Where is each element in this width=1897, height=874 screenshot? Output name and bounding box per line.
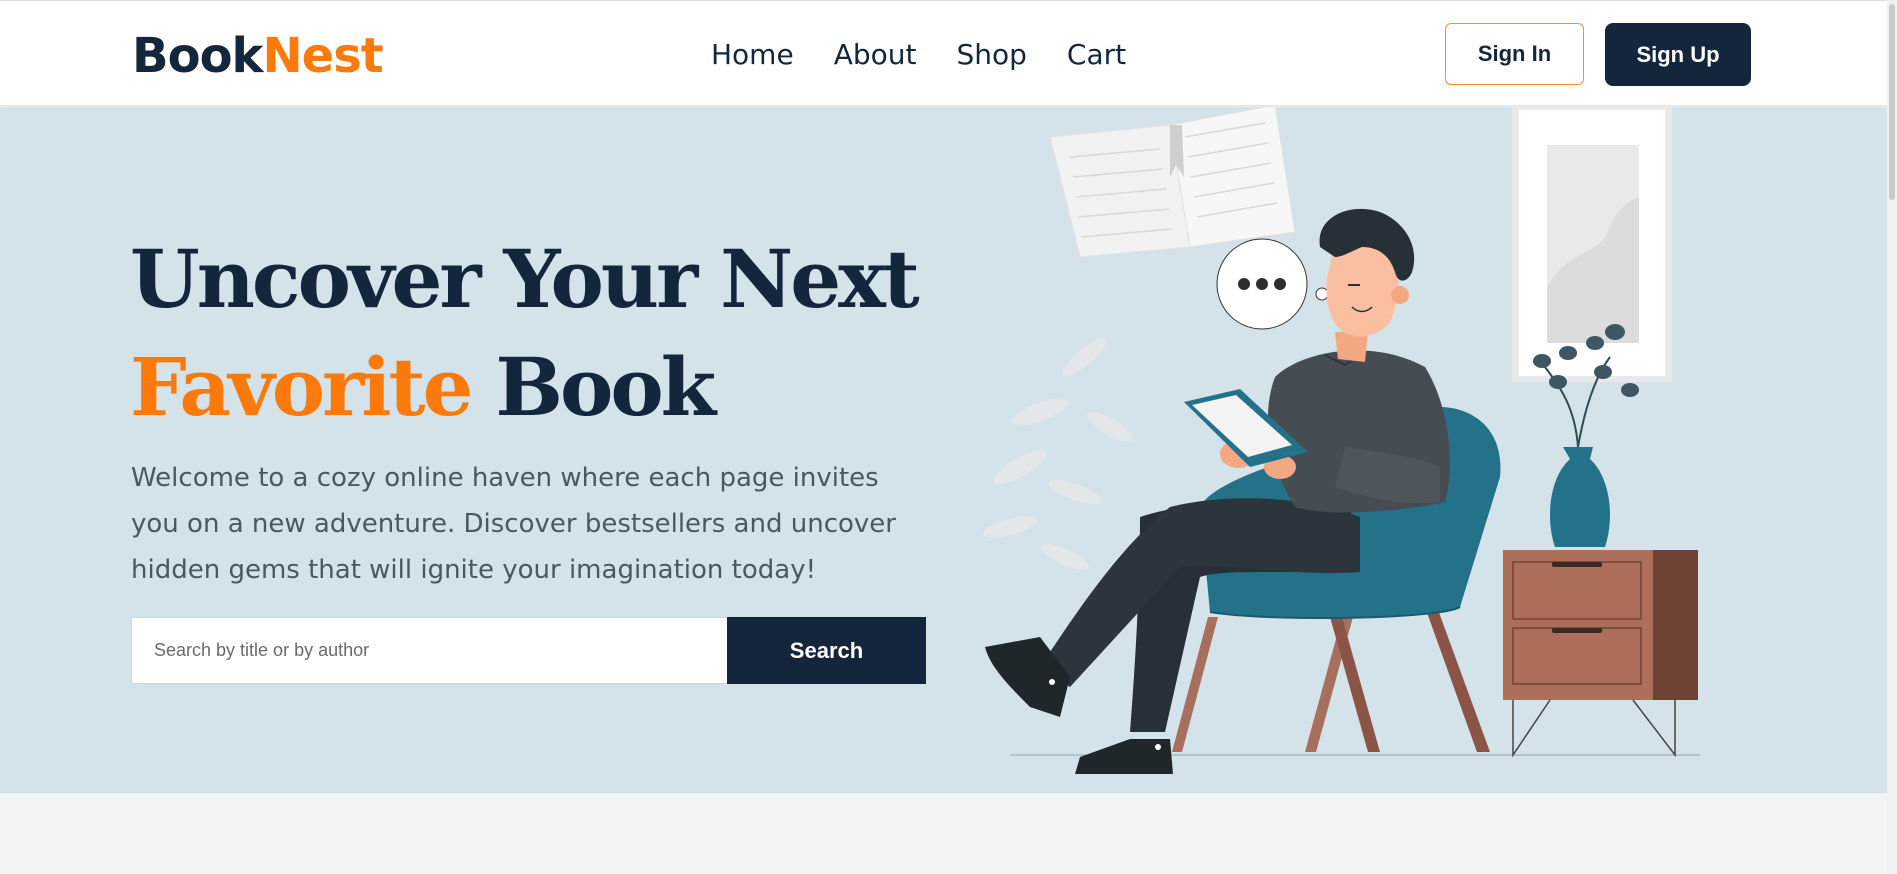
nav-shop[interactable]: Shop <box>956 35 1026 75</box>
page: BookNest Home About Shop Cart Sign In Si… <box>0 0 1897 874</box>
nav-cart[interactable]: Cart <box>1067 35 1126 75</box>
main-nav: Home About Shop Cart <box>711 35 1166 75</box>
search-bar: Search <box>131 617 926 684</box>
man-reading-in-armchair-illustration <box>982 107 1700 774</box>
hero-lead: Welcome to a cozy online haven where eac… <box>131 463 896 585</box>
page-scrollbar[interactable] <box>1887 0 1897 874</box>
hero-section: Uncover Your Next Favorite Book Welcome … <box>0 107 1887 793</box>
sign-in-button[interactable]: Sign In <box>1445 23 1584 85</box>
sign-up-button[interactable]: Sign Up <box>1605 23 1751 86</box>
search-input[interactable] <box>131 617 727 684</box>
hero-title: Uncover Your Next Favorite Book <box>130 225 920 441</box>
hero-title-rest: Book <box>495 340 716 434</box>
hero-title-line1: Uncover Your Next <box>130 232 920 326</box>
nav-about[interactable]: About <box>834 35 917 75</box>
thought-bubble-icon <box>1216 238 1329 330</box>
hero-title-accent: Favorite <box>130 340 473 434</box>
search-button[interactable]: Search <box>727 617 926 684</box>
brand-logo-part1: Book <box>132 28 263 84</box>
site-header: BookNest Home About Shop Cart Sign In Si… <box>0 0 1887 106</box>
nav-home[interactable]: Home <box>711 35 794 75</box>
side-table-icon <box>1503 324 1698 758</box>
scrollbar-thumb[interactable] <box>1889 4 1895 200</box>
brand-logo-part2: Nest <box>262 28 383 84</box>
background-plant-icon <box>982 337 1133 571</box>
open-book-icon <box>1049 107 1296 258</box>
brand-logo[interactable]: BookNest <box>132 27 384 85</box>
lower-section <box>0 793 1887 874</box>
